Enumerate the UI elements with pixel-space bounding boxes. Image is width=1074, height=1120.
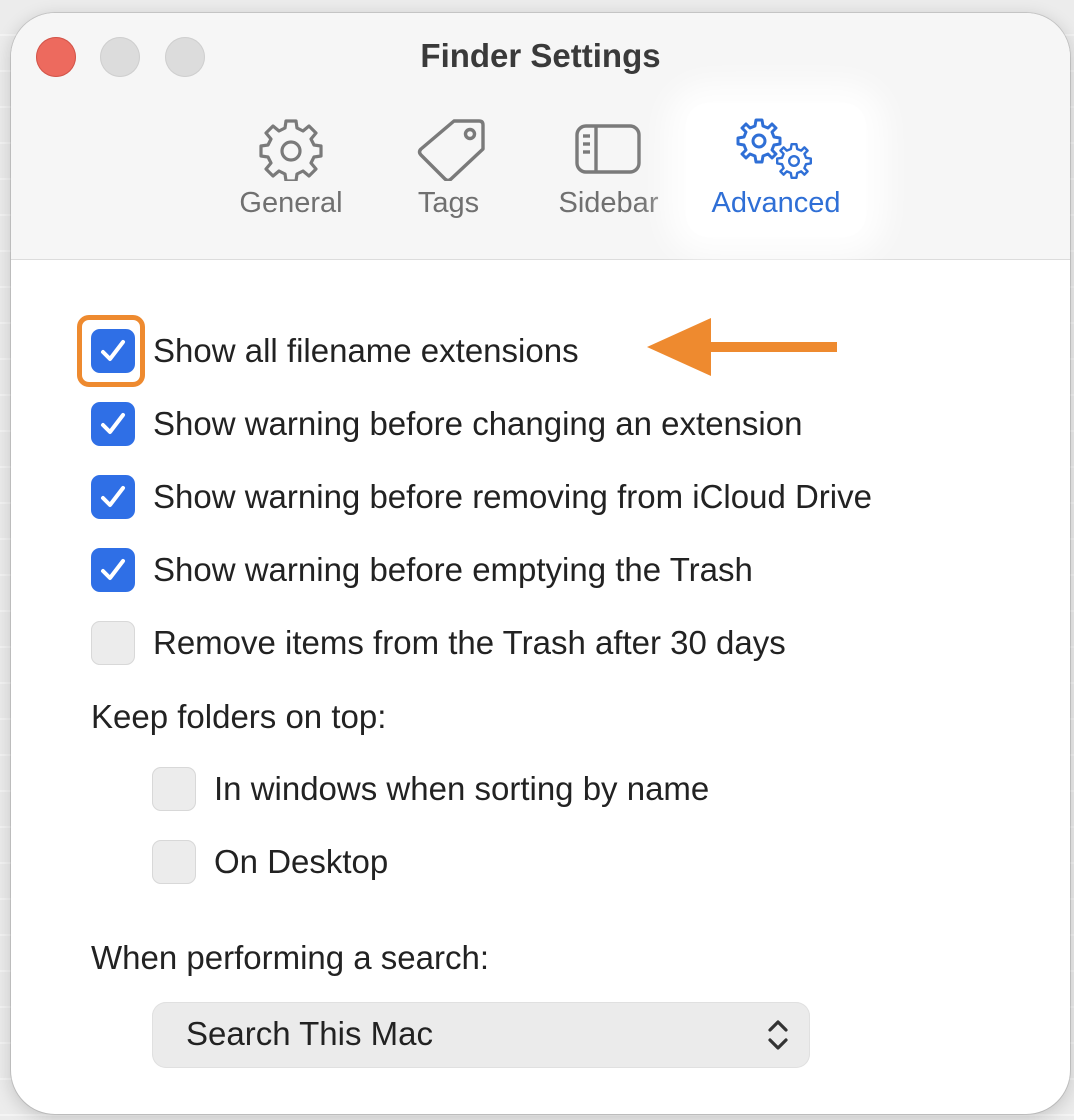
checkbox[interactable]	[91, 548, 135, 592]
option-label: Show all filename extensions	[153, 332, 579, 369]
sidebar-icon	[536, 117, 681, 181]
option-keep-folders-desktop[interactable]: On Desktop	[152, 839, 388, 885]
option-label: Show warning before emptying the Trash	[153, 551, 753, 588]
option-label: On Desktop	[214, 843, 389, 880]
option-keep-folders-windows[interactable]: In windows when sorting by name	[152, 766, 709, 812]
tab-label: Advanced	[711, 187, 841, 219]
checkbox[interactable]	[152, 840, 196, 884]
checkbox[interactable]	[152, 767, 196, 811]
option-show-all-filename-extensions[interactable]: Show all filename extensions	[91, 328, 579, 374]
chevron-up-down-icon	[766, 1018, 790, 1057]
gear-icon	[221, 117, 361, 183]
option-label: In windows when sorting by name	[214, 770, 710, 807]
tab-advanced[interactable]: Advanced	[686, 103, 866, 237]
checkmark-icon	[101, 340, 125, 361]
option-remove-trash-30-days[interactable]: Remove items from the Trash after 30 day…	[91, 620, 786, 666]
option-warn-remove-icloud[interactable]: Show warning before removing from iCloud…	[91, 474, 872, 520]
option-label: Show warning before changing an extensio…	[153, 405, 803, 442]
tab-tags[interactable]: Tags	[391, 103, 506, 237]
gears-icon	[686, 117, 866, 181]
checkbox[interactable]	[91, 475, 135, 519]
checkbox[interactable]	[91, 621, 135, 665]
option-warn-empty-trash[interactable]: Show warning before emptying the Trash	[91, 547, 753, 593]
annotation-arrow-icon	[647, 318, 839, 381]
toolbar: Finder Settings General Tags Sidebar Adv…	[11, 13, 1070, 260]
tab-general[interactable]: General	[221, 103, 361, 237]
tab-label: General	[239, 187, 343, 219]
finder-settings-window: Finder Settings General Tags Sidebar Adv…	[11, 13, 1070, 1114]
checkmark-icon	[101, 559, 125, 580]
window-title: Finder Settings	[420, 37, 661, 74]
search-heading: When performing a search:	[91, 939, 490, 976]
option-label: Remove items from the Trash after 30 day…	[153, 624, 786, 661]
tab-sidebar[interactable]: Sidebar	[536, 103, 681, 237]
checkbox[interactable]	[91, 402, 135, 446]
settings-content: Show all filename extensions Show warnin…	[11, 261, 1070, 1114]
option-label: Show warning before removing from iCloud…	[153, 478, 872, 515]
keep-folders-heading: Keep folders on top:	[91, 698, 387, 735]
tab-label: Sidebar	[558, 187, 659, 219]
tab-label: Tags	[417, 187, 480, 219]
option-warn-change-extension[interactable]: Show warning before changing an extensio…	[91, 401, 802, 447]
search-scope-value: Search This Mac	[186, 1015, 433, 1052]
checkbox[interactable]	[91, 329, 135, 373]
checkmark-icon	[101, 486, 125, 507]
checkmark-icon	[101, 413, 125, 434]
tag-icon	[391, 117, 506, 183]
search-scope-popup[interactable]: Search This Mac	[152, 1002, 810, 1068]
